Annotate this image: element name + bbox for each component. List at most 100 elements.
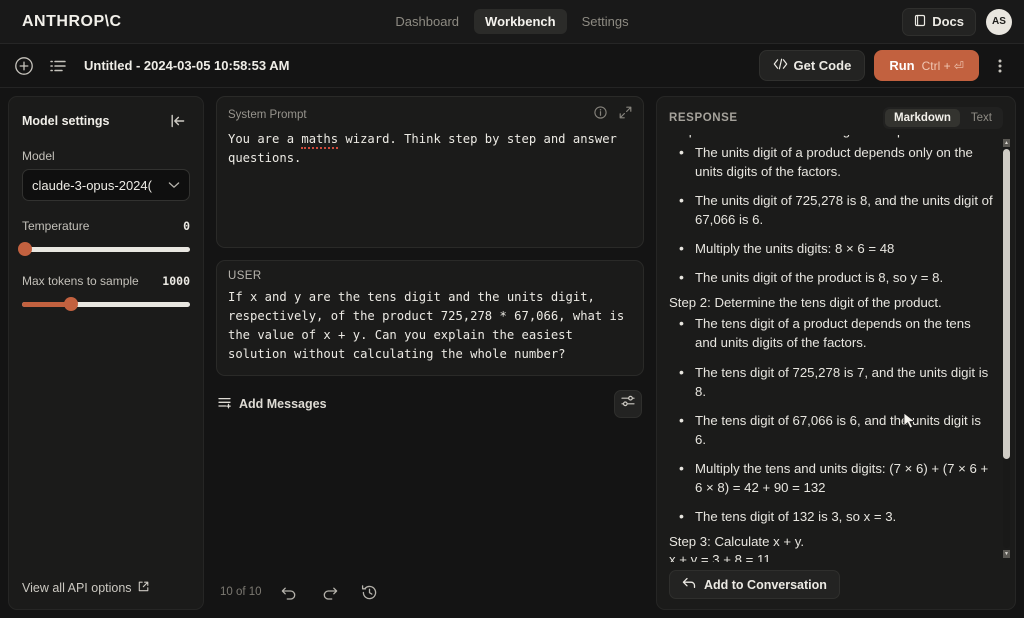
add-to-conversation-button[interactable]: Add to Conversation [669, 570, 840, 599]
system-prompt-actions [594, 106, 632, 124]
response-list-item: The units digit of a product depends onl… [669, 143, 995, 181]
response-list-item: Multiply the units digits: 8 × 6 = 48 [669, 239, 995, 258]
chevron-down-icon [168, 176, 180, 194]
external-link-icon [138, 581, 149, 595]
response-list-item: The tens digit of a product depends on t… [669, 314, 995, 352]
model-settings-header: Model settings [22, 109, 190, 133]
api-options-label: View all API options [22, 581, 132, 595]
view-mode-text[interactable]: Text [962, 109, 1001, 127]
response-paragraph: Step 1: Determine the units digit of the… [669, 135, 995, 141]
max-tokens-row: Max tokens to sample 1000 [22, 274, 190, 288]
toolbar-actions: Get Code Run Ctrl + ⏎ [759, 50, 1012, 81]
avatar[interactable]: AS [986, 9, 1012, 35]
temperature-slider-thumb[interactable] [18, 242, 32, 256]
prompt-editor-panel: System Prompt [212, 96, 648, 610]
max-tokens-slider-thumb[interactable] [64, 297, 78, 311]
document-title[interactable]: Untitled - 2024-03-05 10:58:53 AM [84, 58, 289, 73]
model-select-value: claude-3-opus-2024( [32, 178, 152, 193]
user-message-text[interactable]: If x and y are the tens digit and the un… [228, 288, 632, 364]
temperature-slider[interactable] [22, 242, 190, 256]
scroll-up-icon[interactable]: ▲ [1003, 139, 1010, 147]
sliders-icon [620, 393, 636, 414]
add-messages-button[interactable]: Add Messages [218, 396, 327, 412]
system-prompt-header: System Prompt [228, 106, 632, 124]
response-panel: RESPONSE Markdown Text Step 1: Determine… [656, 96, 1016, 610]
system-prompt-label: System Prompt [228, 109, 307, 121]
more-options-icon[interactable] [988, 54, 1012, 78]
response-list-item: The units digit of 725,278 is 8, and the… [669, 191, 995, 229]
model-field-label: Model [22, 149, 190, 163]
user-message-label: USER [228, 270, 262, 282]
model-settings-sidebar: Model settings Model claude-3-opus-2024( [8, 96, 204, 610]
view-all-api-options-link[interactable]: View all API options [22, 581, 149, 595]
nav-item-settings[interactable]: Settings [571, 9, 640, 34]
response-list-item: Multiply the tens and units digits: (7 ×… [669, 459, 995, 497]
message-counter: 10 of 10 [220, 586, 262, 598]
nav-item-dashboard[interactable]: Dashboard [384, 9, 470, 34]
get-code-label: Get Code [794, 58, 852, 73]
response-body[interactable]: Step 1: Determine the units digit of the… [657, 135, 1015, 562]
response-list-item: The tens digit of 67,066 is 6, and the u… [669, 411, 995, 449]
temperature-row: Temperature 0 [22, 219, 190, 233]
response-list: The units digit of a product depends onl… [669, 143, 995, 288]
run-shortcut-label: Ctrl + ⏎ [922, 59, 964, 73]
message-settings-button[interactable] [614, 390, 642, 418]
anthropic-logo: ANTHROP\C [12, 13, 122, 31]
response-scrollbar[interactable]: ▲ ▼ [1003, 139, 1010, 558]
add-messages-label: Add Messages [239, 397, 327, 411]
messages-action-bar: Add Messages [216, 390, 644, 418]
response-paragraph: Step 2: Determine the tens digit of the … [669, 294, 995, 313]
undo-icon[interactable] [278, 580, 302, 604]
model-select[interactable]: claude-3-opus-2024( [22, 169, 190, 201]
info-icon[interactable] [594, 106, 607, 124]
system-prompt-card[interactable]: System Prompt [216, 96, 644, 248]
user-message-card[interactable]: USER If x and y are the tens digit and t… [216, 260, 644, 376]
docs-button-label: Docs [932, 14, 964, 29]
sidebar-footer: View all API options [22, 579, 190, 597]
collapse-sidebar-icon[interactable] [166, 109, 190, 133]
max-tokens-label: Max tokens to sample [22, 274, 139, 288]
expand-icon[interactable] [619, 106, 632, 124]
run-button[interactable]: Run Ctrl + ⏎ [874, 50, 979, 81]
editor-footer: 10 of 10 [216, 580, 644, 610]
workbench-body: Model settings Model claude-3-opus-2024( [0, 88, 1024, 618]
response-list-item: The tens digit of 132 is 3, so x = 3. [669, 507, 995, 526]
redo-icon[interactable] [318, 580, 342, 604]
response-list-item: The tens digit of 725,278 is 7, and the … [669, 363, 995, 401]
response-list: The tens digit of a product depends on t… [669, 314, 995, 526]
prompt-list-icon[interactable] [46, 54, 70, 78]
system-prompt-misspelled-word: maths [301, 132, 338, 149]
response-footer: Add to Conversation [657, 562, 1015, 599]
max-tokens-value: 1000 [162, 274, 190, 288]
max-tokens-slider[interactable] [22, 297, 190, 311]
system-prompt-text[interactable]: You are a maths wizard. Think step by st… [228, 130, 632, 168]
response-header: RESPONSE Markdown Text [657, 107, 1015, 135]
history-icon[interactable] [358, 580, 382, 604]
response-view-toggle: Markdown Text [883, 107, 1003, 129]
nav-item-workbench[interactable]: Workbench [474, 9, 567, 34]
response-paragraph: x + y = 3 + 8 = 11 [669, 551, 995, 562]
top-navigation-bar: ANTHROP\C Dashboard Workbench Settings D… [0, 0, 1024, 44]
code-brackets-icon [773, 58, 788, 73]
add-messages-icon [218, 396, 232, 412]
temperature-slider-track [22, 247, 190, 252]
temperature-value: 0 [183, 219, 190, 233]
scroll-down-icon[interactable]: ▼ [1003, 550, 1010, 558]
book-icon [914, 14, 926, 30]
new-prompt-button[interactable] [12, 54, 36, 78]
run-label: Run [889, 58, 914, 73]
docs-button[interactable]: Docs [902, 8, 976, 36]
get-code-button[interactable]: Get Code [759, 50, 866, 81]
temperature-label: Temperature [22, 219, 89, 233]
reply-arrow-icon [682, 577, 696, 592]
workbench-app: ANTHROP\C Dashboard Workbench Settings D… [0, 0, 1024, 618]
response-list-item: The units digit of the product is 8, so … [669, 268, 995, 287]
user-message-header: USER [228, 270, 632, 282]
response-markdown-content: Step 1: Determine the units digit of the… [669, 135, 995, 562]
scrollbar-thumb[interactable] [1003, 149, 1010, 459]
document-toolbar: Untitled - 2024-03-05 10:58:53 AM Get Co… [0, 44, 1024, 88]
view-mode-markdown[interactable]: Markdown [885, 109, 960, 127]
top-nav-right: Docs AS [902, 8, 1012, 36]
response-title: RESPONSE [669, 112, 738, 124]
response-paragraph: Step 3: Calculate x + y. [669, 533, 995, 552]
